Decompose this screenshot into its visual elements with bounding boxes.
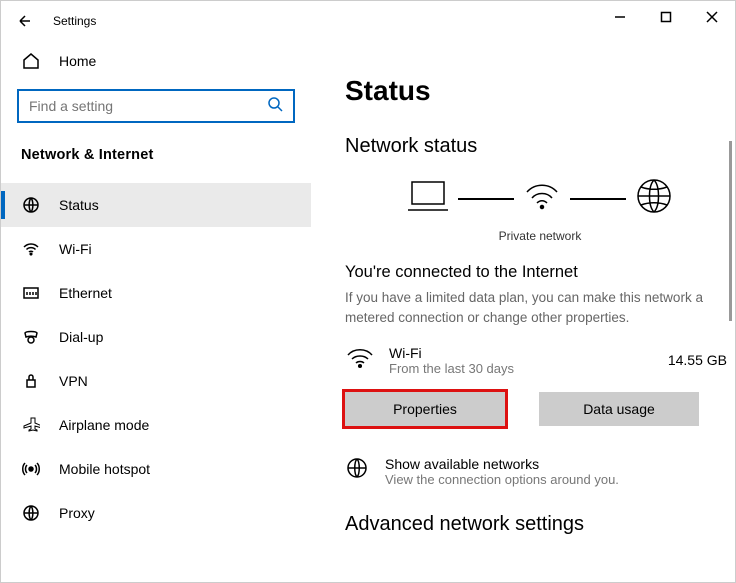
data-usage-button[interactable]: Data usage	[539, 392, 699, 426]
connector-line	[458, 198, 514, 200]
status-icon	[21, 195, 41, 215]
sidebar-item-hotspot[interactable]: Mobile hotspot	[1, 447, 311, 491]
sidebar-item-dialup[interactable]: Dial-up	[1, 315, 311, 359]
connection-row: Wi-Fi From the last 30 days 14.55 GB	[345, 343, 735, 378]
network-diagram	[345, 176, 735, 221]
minimize-button[interactable]	[597, 1, 643, 33]
search-field[interactable]	[29, 98, 267, 114]
sidebar-item-label: Ethernet	[59, 285, 112, 301]
wifi-icon	[21, 239, 41, 259]
connection-subtitle: From the last 30 days	[389, 361, 654, 376]
home-icon	[21, 51, 41, 71]
sidebar-item-proxy[interactable]: Proxy	[1, 491, 311, 535]
scrollbar[interactable]	[729, 141, 732, 321]
sidebar-item-label: VPN	[59, 373, 88, 389]
search-icon	[267, 96, 283, 117]
sidebar-item-wifi[interactable]: Wi-Fi	[1, 227, 311, 271]
close-button[interactable]	[689, 1, 735, 33]
home-label: Home	[59, 53, 96, 69]
globe-small-icon	[345, 456, 369, 485]
hotspot-icon	[21, 459, 41, 479]
home-nav[interactable]: Home	[17, 41, 295, 89]
available-subtitle: View the connection options around you.	[385, 472, 619, 487]
wifi-diagram-icon	[522, 176, 562, 221]
sidebar-item-ethernet[interactable]: Ethernet	[1, 271, 311, 315]
globe-icon	[634, 176, 674, 221]
connector-line	[570, 198, 626, 200]
advanced-title: Advanced network settings	[345, 513, 735, 536]
search-input[interactable]	[17, 89, 295, 123]
dialup-icon	[21, 327, 41, 347]
available-title: Show available networks	[385, 456, 619, 472]
data-used: 14.55 GB	[668, 352, 727, 368]
sidebar-item-airplane[interactable]: Airplane mode	[1, 403, 311, 447]
section-title: Network status	[345, 135, 735, 158]
connection-wifi-icon	[345, 343, 375, 378]
sidebar-item-label: Airplane mode	[59, 417, 149, 433]
show-available-networks[interactable]: Show available networks View the connect…	[345, 456, 735, 487]
connection-name: Wi-Fi	[389, 345, 654, 361]
sidebar-item-label: Mobile hotspot	[59, 461, 150, 477]
category-title: Network & Internet	[17, 147, 295, 163]
connected-description: If you have a limited data plan, you can…	[345, 288, 735, 329]
sidebar: Home Network & Internet Status Wi-Fi Eth…	[1, 41, 311, 582]
ethernet-icon	[21, 283, 41, 303]
maximize-button[interactable]	[643, 1, 689, 33]
sidebar-item-status[interactable]: Status	[1, 183, 311, 227]
sidebar-item-label: Wi-Fi	[59, 241, 92, 257]
vpn-icon	[21, 371, 41, 391]
connected-heading: You're connected to the Internet	[345, 263, 735, 282]
diagram-caption: Private network	[345, 229, 735, 243]
sidebar-item-label: Proxy	[59, 505, 95, 521]
sidebar-item-vpn[interactable]: VPN	[1, 359, 311, 403]
proxy-icon	[21, 503, 41, 523]
main-content: Status Network status Private network Yo…	[311, 41, 735, 582]
sidebar-item-label: Dial-up	[59, 329, 103, 345]
airplane-icon	[21, 415, 41, 435]
page-title: Status	[345, 75, 735, 107]
window-title: Settings	[53, 14, 96, 28]
sidebar-item-label: Status	[59, 197, 99, 213]
computer-icon	[406, 176, 450, 221]
back-button[interactable]	[9, 5, 41, 37]
properties-button[interactable]: Properties	[345, 392, 505, 426]
